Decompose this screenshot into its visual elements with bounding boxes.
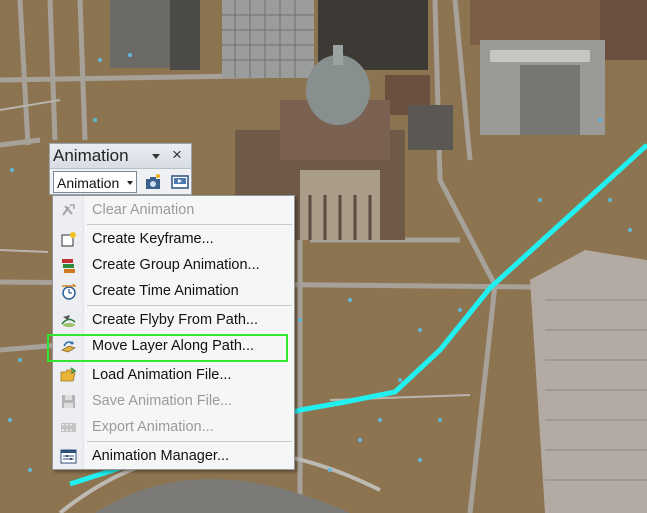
animation-controls-icon[interactable] <box>170 172 190 192</box>
animation-dropdown-menu: Clear Animation Create Keyframe... Creat… <box>52 195 295 470</box>
menu-separator <box>87 224 292 225</box>
menu-item-load-animation-file[interactable]: Load Animation File... <box>54 363 294 387</box>
menu-item-label: Create Keyframe... <box>92 231 214 247</box>
save-icon <box>62 395 75 408</box>
group-animation-icon <box>62 259 75 273</box>
chevron-down-icon <box>127 181 133 185</box>
menu-item-save-animation-file[interactable]: Save Animation File... <box>54 389 294 413</box>
menu-separator <box>87 305 292 306</box>
time-animation-icon <box>62 283 77 300</box>
menu-item-label: Create Time Animation <box>92 283 239 299</box>
animation-menu-button[interactable]: Animation <box>53 171 137 193</box>
animation-menu-button-label: Animation <box>57 175 120 191</box>
menu-item-create-keyframe[interactable]: Create Keyframe... <box>54 227 294 251</box>
toolbar-options-icon[interactable] <box>150 149 162 163</box>
highlight-box <box>47 334 288 362</box>
toolbar-close-button[interactable]: × <box>172 145 182 165</box>
flyby-path-icon <box>61 315 76 327</box>
animation-toolbar: Animation × Animation <box>49 143 192 195</box>
export-film-icon <box>61 423 76 432</box>
capture-view-camera-icon[interactable] <box>143 172 163 192</box>
menu-item-label: Create Flyby From Path... <box>92 312 258 328</box>
menu-item-label: Clear Animation <box>92 202 195 218</box>
toolbar-title-bar[interactable]: Animation × <box>50 144 191 169</box>
menu-item-create-group-animation[interactable]: Create Group Animation... <box>54 253 294 277</box>
menu-item-clear-animation[interactable]: Clear Animation <box>54 198 294 222</box>
menu-item-label: Save Animation File... <box>92 393 233 409</box>
menu-item-label: Create Group Animation... <box>92 257 260 273</box>
open-folder-icon <box>60 367 77 382</box>
menu-item-create-time-animation[interactable]: Create Time Animation <box>54 279 294 303</box>
menu-item-label: Load Animation File... <box>92 367 232 383</box>
create-keyframe-icon <box>61 232 76 247</box>
menu-item-export-animation[interactable]: Export Animation... <box>54 415 294 439</box>
menu-item-label: Animation Manager... <box>92 448 230 464</box>
menu-separator <box>87 441 292 442</box>
menu-item-animation-manager[interactable]: Animation Manager... <box>54 444 294 468</box>
menu-item-label: Export Animation... <box>92 419 214 435</box>
toolbar-title: Animation <box>53 146 129 165</box>
menu-item-create-flyby-from-path[interactable]: Create Flyby From Path... <box>54 308 294 332</box>
animation-manager-icon <box>60 449 77 464</box>
clear-animation-icon <box>62 204 75 216</box>
